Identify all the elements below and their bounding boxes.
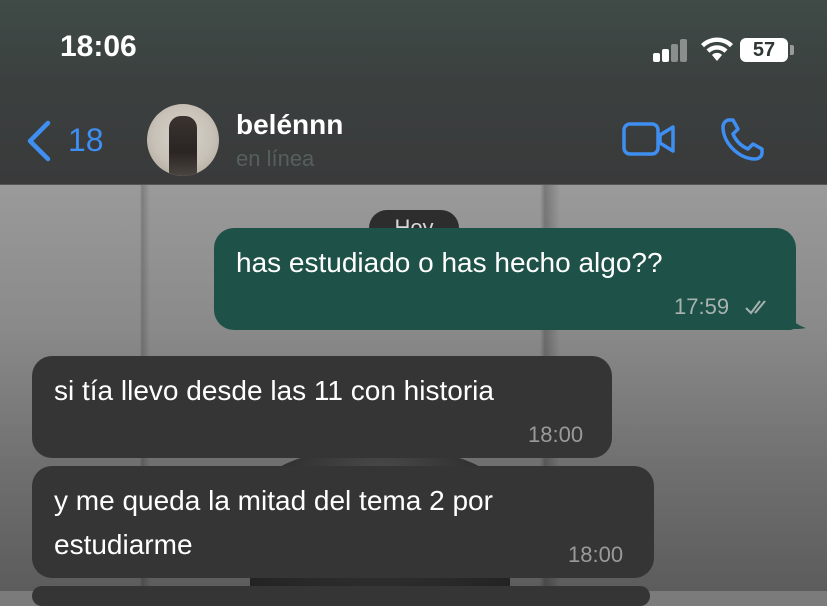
avatar-photo-figure bbox=[169, 116, 197, 176]
cellular-signal-icon bbox=[653, 38, 693, 62]
voice-call-icon[interactable] bbox=[720, 116, 766, 162]
contact-avatar[interactable] bbox=[147, 104, 219, 176]
contact-name[interactable]: belénnn bbox=[236, 109, 343, 141]
message-bubble-incoming[interactable]: si tía llevo desde las 11 con historia 1… bbox=[32, 356, 612, 458]
back-unread-count[interactable]: 18 bbox=[68, 122, 104, 159]
message-time: 18:00 bbox=[528, 422, 584, 447]
message-bubble-incoming[interactable]: y me queda la mitad del tema 2 por estud… bbox=[32, 466, 654, 578]
video-call-icon[interactable] bbox=[622, 120, 676, 158]
message-text: si tía llevo desde las 11 con historia bbox=[54, 375, 494, 406]
chat-header: 18:06 57 18 belénnn en línea bbox=[0, 0, 827, 185]
back-chevron-icon[interactable] bbox=[26, 120, 52, 162]
message-text-line2: estudiarme bbox=[54, 529, 193, 560]
read-receipt-icon bbox=[745, 300, 766, 315]
bubble-tail bbox=[780, 304, 806, 330]
message-text-line1: y me queda la mitad del tema 2 por bbox=[54, 485, 493, 516]
battery-indicator: 57 bbox=[740, 38, 788, 62]
status-time: 18:06 bbox=[60, 30, 137, 63]
contact-status: en línea bbox=[236, 146, 315, 171]
message-bubble-outgoing[interactable]: has estudiado o has hecho algo?? 17:59 bbox=[214, 228, 796, 330]
wifi-icon bbox=[701, 37, 733, 61]
message-time: 17:59 bbox=[674, 294, 730, 319]
message-time: 18:00 bbox=[568, 542, 624, 567]
battery-tip bbox=[790, 45, 794, 55]
message-text: has estudiado o has hecho algo?? bbox=[236, 247, 663, 278]
message-bubble-incoming-partial[interactable] bbox=[32, 586, 650, 606]
